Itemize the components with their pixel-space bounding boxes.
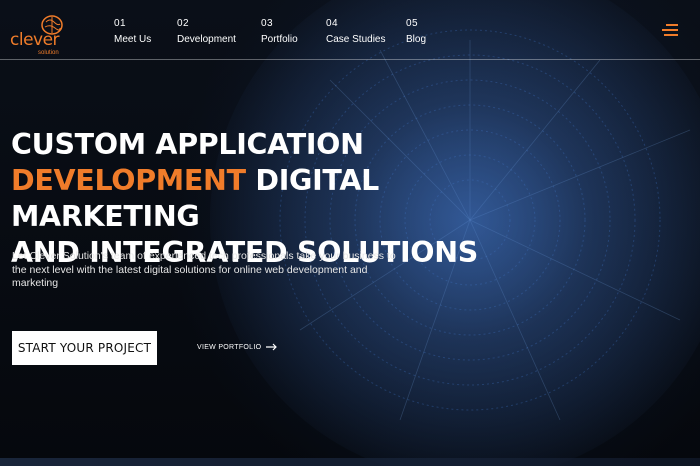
nav-label: Meet Us <box>114 34 152 45</box>
nav-number: 04 <box>326 18 339 29</box>
nav-item-portfolio[interactable]: 03 Portfolio <box>261 18 298 45</box>
nav-label: Case Studies <box>326 34 386 45</box>
nav-item-case-studies[interactable]: 04 Case Studies <box>326 18 385 45</box>
start-project-button[interactable]: START YOUR PROJECT <box>12 331 157 365</box>
hero-description: Let Clever Solution's team of experience… <box>12 250 396 289</box>
nav-item-development[interactable]: 02 Development <box>177 18 236 45</box>
view-portfolio-label: VIEW PORTFOLIO <box>197 343 262 351</box>
nav-label: Development <box>177 34 236 45</box>
nav-label: Blog <box>406 34 427 45</box>
site-header: clever solution 01 Meet Us 02 Developmen… <box>0 0 700 60</box>
logo[interactable]: clever solution <box>10 14 70 56</box>
nav-label: Portfolio <box>261 34 298 45</box>
hero-accent: DEVELOPMENT <box>11 164 246 197</box>
nav-item-blog[interactable]: 05 Blog <box>406 18 426 45</box>
nav-number: 03 <box>261 18 274 29</box>
hero-line-1: CUSTOM APPLICATION <box>11 128 364 161</box>
bottom-strip <box>0 458 700 466</box>
nav-number: 02 <box>177 18 190 29</box>
view-portfolio-link[interactable]: VIEW PORTFOLIO <box>197 343 278 351</box>
nav-number: 05 <box>406 18 419 29</box>
hamburger-menu-icon[interactable] <box>660 24 678 38</box>
nav-number: 01 <box>114 18 127 29</box>
arrow-right-icon <box>266 343 278 351</box>
logo-tagline: solution <box>38 50 59 56</box>
logo-wordmark: clever <box>10 30 60 50</box>
nav-item-meet-us[interactable]: 01 Meet Us <box>114 18 151 45</box>
